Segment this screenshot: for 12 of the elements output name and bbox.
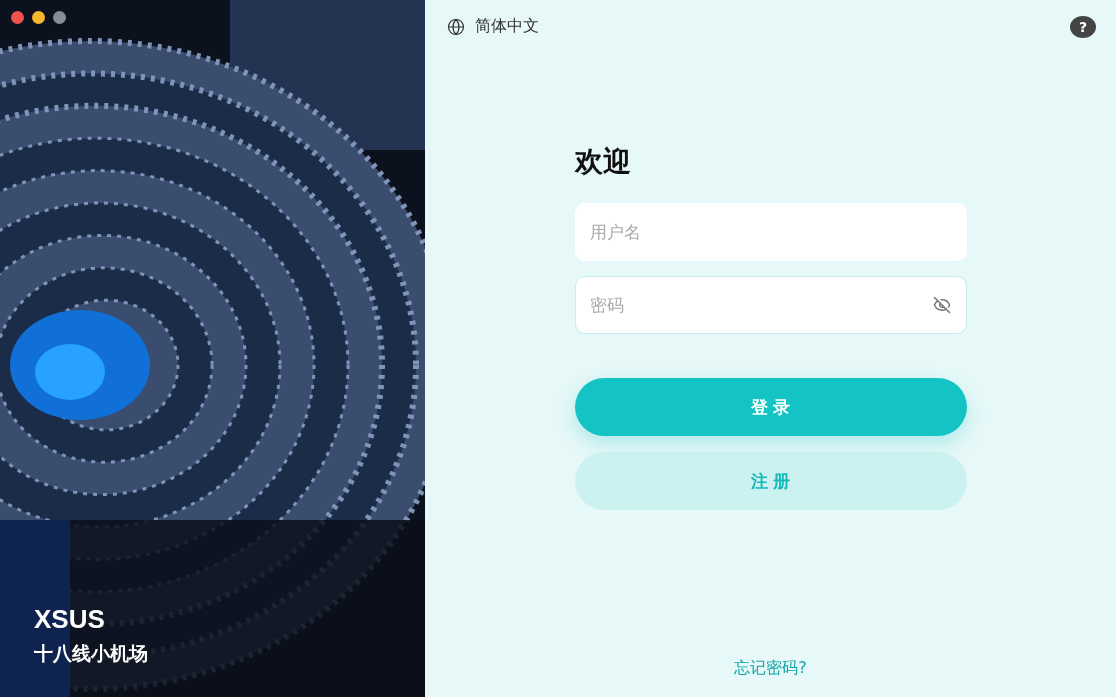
login-button[interactable]: 登 录 bbox=[574, 378, 967, 436]
eye-off-icon[interactable] bbox=[932, 296, 951, 314]
register-button[interactable]: 注 册 bbox=[574, 452, 967, 510]
password-field[interactable]: 密码 bbox=[574, 276, 967, 334]
language-selector[interactable]: 简体中文 bbox=[445, 12, 541, 41]
welcome-title: 欢迎 bbox=[574, 144, 631, 180]
globe-icon bbox=[447, 17, 465, 36]
help-button[interactable]: ? bbox=[1070, 15, 1096, 38]
forgot-password-link[interactable]: 忘记密码? bbox=[734, 658, 807, 679]
brand-tagline: 十八线小机场 bbox=[34, 641, 148, 666]
username-field[interactable]: 用户名 bbox=[574, 203, 967, 261]
brand-name: XSUS bbox=[34, 604, 106, 635]
